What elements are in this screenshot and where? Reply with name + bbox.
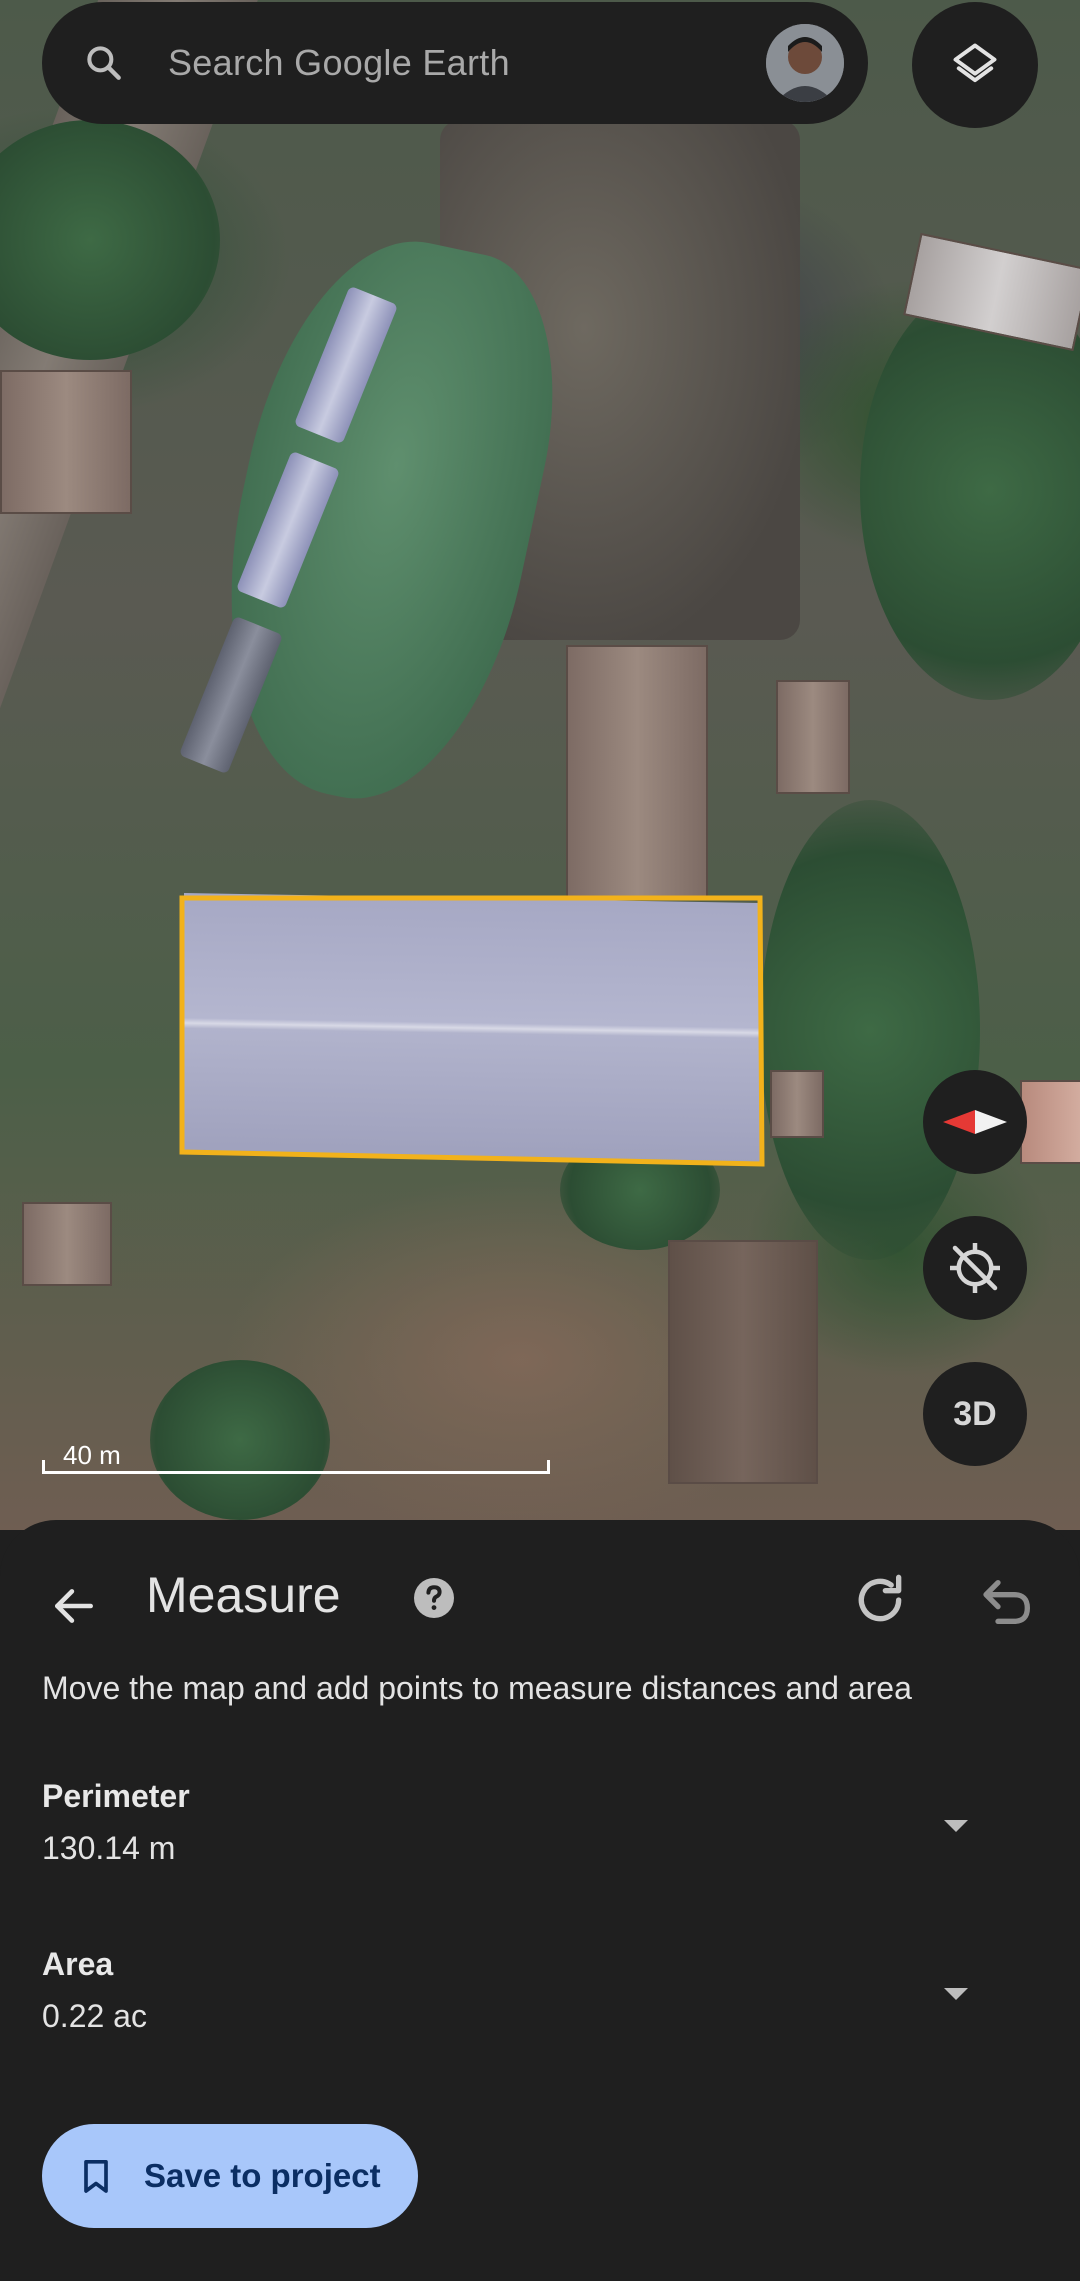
building xyxy=(566,645,708,899)
3d-toggle-label: 3D xyxy=(953,1394,997,1433)
measured-building-roof xyxy=(184,892,760,1164)
compass-icon xyxy=(943,1110,1007,1134)
arrow-back-icon xyxy=(55,1589,93,1623)
search-placeholder[interactable]: Search Google Earth xyxy=(168,42,510,84)
layers-icon xyxy=(953,43,997,83)
save-button-label: Save to project xyxy=(144,2157,381,2194)
area-label: Area xyxy=(42,1946,114,1982)
compass-button[interactable] xyxy=(923,1070,1027,1174)
search-icon xyxy=(87,46,121,80)
scale-line xyxy=(42,1460,550,1474)
layers-button[interactable] xyxy=(912,2,1038,128)
measure-instructions: Move the map and add points to measure d… xyxy=(42,1670,912,1706)
google-earth-screen: 40 m Search Google Earth 3D Measure Move… xyxy=(0,0,1080,2281)
perimeter-label: Perimeter xyxy=(42,1778,190,1814)
area-row[interactable]: Area 0.22 ac xyxy=(42,1946,1038,2056)
back-button[interactable] xyxy=(36,1568,112,1644)
area-value: 0.22 ac xyxy=(42,1998,147,2034)
chevron-down-icon[interactable] xyxy=(932,1802,980,1850)
undo-icon[interactable] xyxy=(974,1568,1038,1632)
map-scale: 40 m xyxy=(42,1440,550,1474)
building xyxy=(22,1202,112,1286)
chevron-down-icon[interactable] xyxy=(932,1970,980,2018)
avatar[interactable] xyxy=(766,24,844,102)
perimeter-value: 130.14 m xyxy=(42,1830,176,1866)
building xyxy=(770,1070,824,1138)
satellite-map[interactable]: 40 m xyxy=(0,0,1080,1530)
3d-toggle-button[interactable]: 3D xyxy=(923,1362,1027,1466)
measure-panel: Measure Move the map and add points to m… xyxy=(0,1520,1080,2281)
tree-cluster xyxy=(760,800,980,1260)
redo-icon[interactable] xyxy=(848,1568,912,1632)
building xyxy=(0,370,132,514)
bookmark-icon xyxy=(84,2160,108,2193)
save-to-project-button[interactable]: Save to project xyxy=(42,2124,418,2228)
panel-title: Measure xyxy=(146,1567,341,1623)
building xyxy=(668,1240,818,1484)
building xyxy=(776,680,850,794)
search-bar[interactable]: Search Google Earth xyxy=(42,2,868,124)
help-icon[interactable] xyxy=(410,1574,458,1622)
user-avatar-icon xyxy=(766,24,844,102)
perimeter-row[interactable]: Perimeter 130.14 m xyxy=(42,1778,1038,1888)
my-location-button[interactable] xyxy=(923,1216,1027,1320)
building xyxy=(1020,1080,1080,1164)
my-location-off-icon xyxy=(950,1243,1000,1293)
